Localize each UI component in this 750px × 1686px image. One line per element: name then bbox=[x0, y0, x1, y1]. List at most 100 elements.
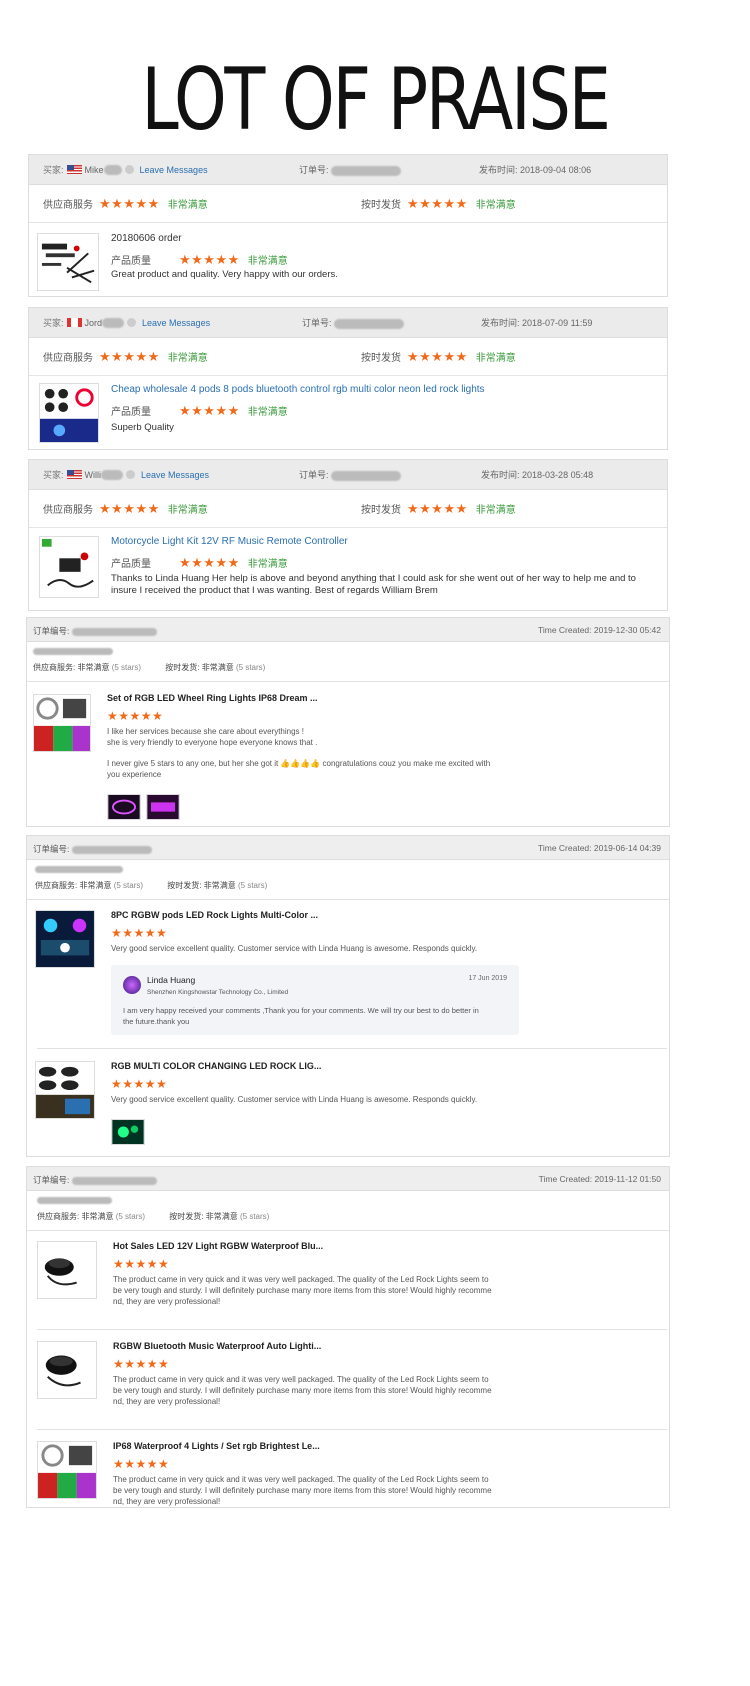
date-label: 发布时间: bbox=[479, 165, 518, 175]
order-label: 订单号: bbox=[299, 470, 329, 480]
review-line: you experience bbox=[107, 770, 162, 779]
product-thumbnail[interactable] bbox=[35, 910, 95, 968]
rating-stars: ★★★★★ bbox=[107, 709, 164, 723]
blurred-name bbox=[101, 469, 124, 480]
product-thumbnail[interactable] bbox=[37, 1241, 97, 1299]
quality-row: 产品质量 ★★★★★ 非常满意 bbox=[111, 252, 288, 268]
supplier-sat: 非常满意 bbox=[167, 200, 208, 211]
date-label: 发布时间: bbox=[481, 318, 520, 328]
blurred-order bbox=[71, 627, 157, 636]
divider bbox=[37, 1048, 667, 1049]
review-card: 买家: Mike Leave Messages 订单号: 发布时间: 2018-… bbox=[28, 154, 668, 297]
order-header: 订单编号: Time Created: 2019-12-30 05:42 bbox=[27, 618, 669, 642]
review-photo[interactable] bbox=[146, 794, 180, 820]
blurred-buyer bbox=[37, 1197, 112, 1204]
supplier-stars: ★★★★★ bbox=[99, 500, 160, 516]
leave-messages-link[interactable]: Leave Messages bbox=[141, 470, 209, 480]
svc-stars: (5 stars) bbox=[113, 881, 144, 890]
review-photo[interactable] bbox=[111, 1119, 145, 1145]
order-review-card: 订单编号: Time Created: 2019-11-12 01:50 供应商… bbox=[26, 1166, 670, 1508]
time-created: Time Created: 2019-12-30 05:42 bbox=[537, 625, 661, 635]
quality-label: 产品质量 bbox=[111, 407, 151, 418]
date-value: 2018-09-04 08:06 bbox=[520, 165, 592, 175]
product-title[interactable]: Set of RGB LED Wheel Ring Lights IP68 Dr… bbox=[107, 693, 318, 703]
product-thumbnail[interactable] bbox=[39, 536, 99, 598]
ca-flag-icon bbox=[66, 318, 82, 327]
ship-sat: 非常满意 bbox=[475, 199, 516, 211]
time-created: Time Created: 2019-06-14 04:39 bbox=[537, 843, 661, 853]
review-line: nd, they are very professional! bbox=[113, 1397, 221, 1406]
review-line: be very tough and sturdy. I will definit… bbox=[113, 1486, 492, 1495]
review-line: The product came in very quick and it wa… bbox=[113, 1475, 489, 1484]
product-thumbnail[interactable] bbox=[33, 694, 91, 752]
review-line: be very tough and sturdy. I will definit… bbox=[113, 1386, 492, 1395]
supplier-label: 供应商服务 bbox=[43, 200, 93, 211]
order-number: 订单编号: bbox=[33, 843, 152, 855]
svc-label: 供应商服务: bbox=[33, 663, 76, 672]
review-card: 买家: Willi Leave Messages 订单号: 发布时间: 2018… bbox=[28, 459, 668, 611]
product-title[interactable]: RGBW Bluetooth Music Waterproof Auto Lig… bbox=[113, 1341, 321, 1351]
rating-stars: ★★★★★ bbox=[113, 1457, 170, 1471]
review-text-line: Thanks to Linda Huang Her help is above … bbox=[111, 573, 636, 584]
review-line: be very tough and sturdy. I will definit… bbox=[113, 1286, 492, 1295]
blurred-name bbox=[102, 317, 125, 328]
order-review-card: 订单编号: Time Created: 2019-12-30 05:42 供应商… bbox=[26, 617, 670, 827]
review-line: Very good service excellent quality. Cus… bbox=[111, 1095, 478, 1104]
rating-stars: ★★★★★ bbox=[113, 1257, 170, 1271]
seller-avatar bbox=[123, 976, 141, 994]
ship-stars: ★★★★★ bbox=[407, 500, 468, 516]
product-title[interactable]: IP68 Waterproof 4 Lights / Set rgb Brigh… bbox=[113, 1441, 320, 1451]
review-line: The product came in very quick and it wa… bbox=[113, 1275, 489, 1284]
buyer-name: Jord bbox=[84, 317, 103, 328]
product-name[interactable]: Cheap wholesale 4 pods 8 pods bluetooth … bbox=[111, 384, 485, 395]
ship-stars: ★★★★★ bbox=[407, 348, 468, 364]
product-name[interactable]: Motorcycle Light Kit 12V RF Music Remote… bbox=[111, 536, 348, 547]
ship-label: 按时发货 bbox=[361, 352, 401, 364]
order-ratings: 供应商服务: 非常满意 (5 stars) 按时发货: 非常满意 (5 star… bbox=[33, 662, 265, 673]
publish-time: 发布时间: 2018-07-09 11:59 bbox=[481, 316, 592, 329]
us-flag-icon bbox=[66, 165, 82, 174]
review-line: The product came in very quick and it wa… bbox=[113, 1375, 489, 1384]
order-number: 订单号: bbox=[299, 163, 402, 176]
product-title[interactable]: Hot Sales LED 12V Light RGBW Waterproof … bbox=[113, 1241, 323, 1251]
quality-sat: 非常满意 bbox=[247, 559, 288, 570]
product-thumbnail[interactable] bbox=[39, 383, 99, 443]
page-title: LOT OF PRAISE bbox=[141, 50, 611, 150]
leave-messages-link[interactable]: Leave Messages bbox=[140, 165, 208, 175]
date-label: 发布时间: bbox=[481, 470, 520, 480]
buyer-label: 买家: bbox=[43, 318, 64, 328]
supplier-stars: ★★★★★ bbox=[99, 348, 160, 364]
supplier-label: 供应商服务 bbox=[43, 353, 93, 364]
blurred-order bbox=[71, 1176, 157, 1185]
svc-value: 非常满意 bbox=[81, 1212, 114, 1221]
product-name: 20180606 order bbox=[111, 233, 182, 244]
quality-label: 产品质量 bbox=[111, 256, 151, 267]
quality-row: 产品质量 ★★★★★ 非常满意 bbox=[111, 555, 288, 571]
ratings-row: 供应商服务 ★★★★★ 非常满意 按时发货 ★★★★★ 非常满意 bbox=[29, 338, 667, 376]
order-label: 订单编号: bbox=[33, 1175, 70, 1185]
product-title[interactable]: RGB MULTI COLOR CHANGING LED ROCK LIG... bbox=[111, 1061, 321, 1071]
svc-value: 非常满意 bbox=[77, 663, 110, 672]
product-thumbnail[interactable] bbox=[37, 1441, 97, 1499]
seller-reply: Linda Huang Shenzhen Kingshowstar Techno… bbox=[111, 965, 519, 1035]
review-photo[interactable] bbox=[107, 794, 141, 820]
review-line: I never give 5 stars to any one, but her… bbox=[107, 759, 491, 768]
order-number: 订单号: bbox=[299, 468, 402, 481]
product-title[interactable]: 8PC RGBW pods LED Rock Lights Multi-Colo… bbox=[111, 910, 318, 920]
reply-date: 17 Jun 2019 bbox=[468, 975, 507, 982]
rating-stars: ★★★★★ bbox=[111, 1077, 168, 1091]
leave-messages-link[interactable]: Leave Messages bbox=[142, 318, 210, 328]
supplier-stars: ★★★★★ bbox=[99, 195, 160, 211]
ship-label: 按时发货 bbox=[361, 199, 401, 211]
product-thumbnail[interactable] bbox=[37, 233, 99, 291]
review-line: Very good service excellent quality. Cus… bbox=[111, 944, 478, 953]
user-icon bbox=[127, 318, 137, 327]
svc-label: 供应商服务: bbox=[37, 1212, 80, 1221]
divider bbox=[27, 1230, 669, 1231]
product-thumbnail[interactable] bbox=[35, 1061, 95, 1119]
ship-stars: (5 stars) bbox=[235, 663, 266, 672]
svc-label: 供应商服务: bbox=[35, 881, 78, 890]
product-thumbnail[interactable] bbox=[37, 1341, 97, 1399]
ship-label: 按时发货: bbox=[167, 881, 202, 890]
ratings-row: 供应商服务 ★★★★★ 非常满意 按时发货 ★★★★★ 非常满意 bbox=[29, 185, 667, 223]
